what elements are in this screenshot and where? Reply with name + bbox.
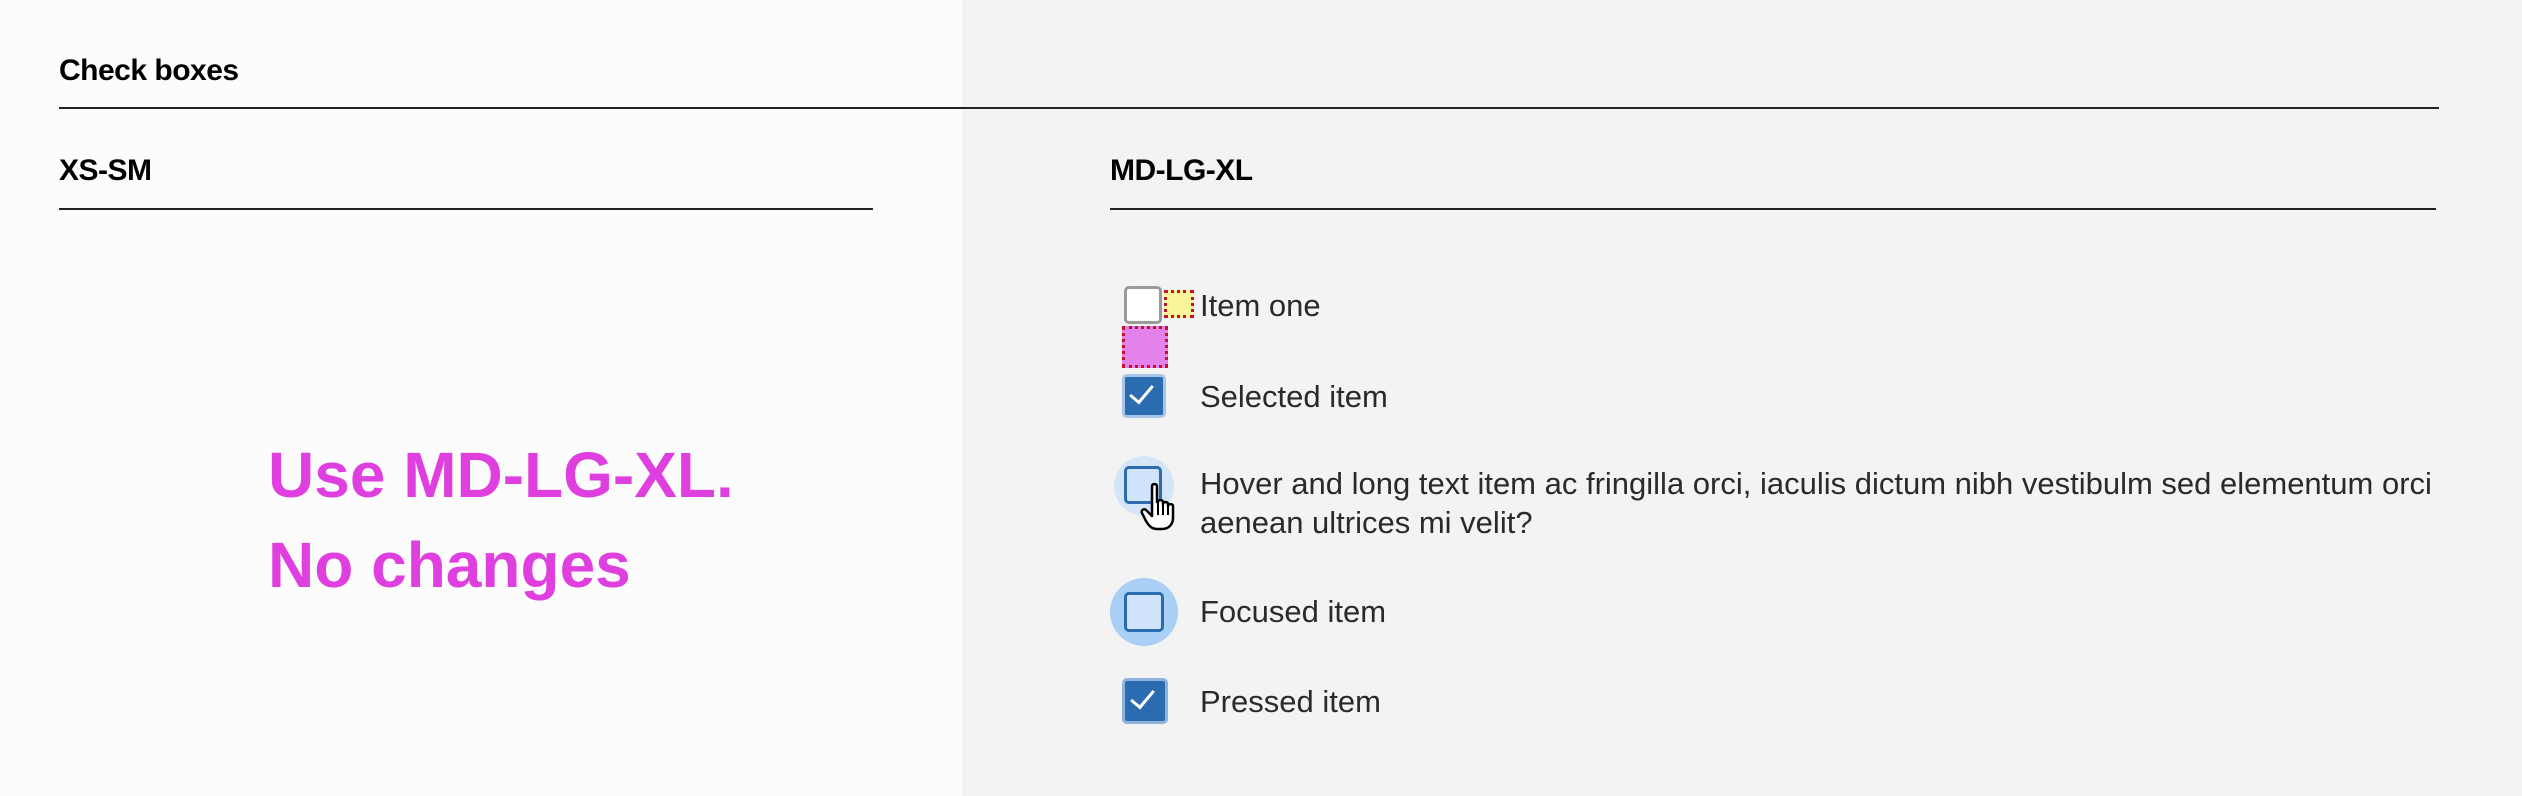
annotation-note: Use MD-LG-XL. No changes [268, 430, 734, 610]
checkbox-item-one[interactable]: Item one [1110, 286, 2480, 368]
checkbox-label: Selected item [1200, 379, 1388, 414]
checkbox-pressed-item[interactable]: Pressed item [1110, 678, 2480, 728]
column-title-md-lg-xl: MD-LG-XL [1110, 154, 1253, 187]
column-title-xs-sm: XS-SM [59, 154, 152, 187]
check-icon [1129, 378, 1154, 405]
checkbox-unchecked[interactable] [1124, 286, 1162, 324]
column-divider-md-lg-xl [1110, 208, 2436, 210]
checkbox-focused[interactable] [1124, 592, 1164, 632]
title-divider [59, 107, 2439, 109]
checkbox-label: Focused item [1200, 594, 1387, 629]
column-divider-xs-sm [59, 208, 873, 210]
checkbox-focused-item[interactable]: Focused item [1110, 578, 2480, 646]
checkbox-label: Item one [1200, 288, 1321, 323]
checkbox-selected-item[interactable]: Selected item [1110, 374, 2480, 420]
hand-pointer-icon [1140, 482, 1175, 531]
spacing-marker-magenta [1122, 326, 1168, 368]
spacing-marker-yellow [1164, 290, 1194, 318]
checkbox-label: Hover and long text item ac fringilla or… [1200, 466, 2432, 540]
checkbox-hover-item[interactable]: Hover and long text item ac fringilla or… [1110, 456, 2480, 546]
annotation-line-2: No changes [268, 529, 631, 601]
annotation-line-1: Use MD-LG-XL. [268, 439, 734, 511]
checkbox-label: Pressed item [1200, 684, 1381, 719]
check-icon [1130, 683, 1155, 710]
checkbox-pressed[interactable] [1122, 678, 1168, 724]
page-title: Check boxes [59, 54, 239, 87]
checkbox-checked[interactable] [1122, 374, 1166, 418]
